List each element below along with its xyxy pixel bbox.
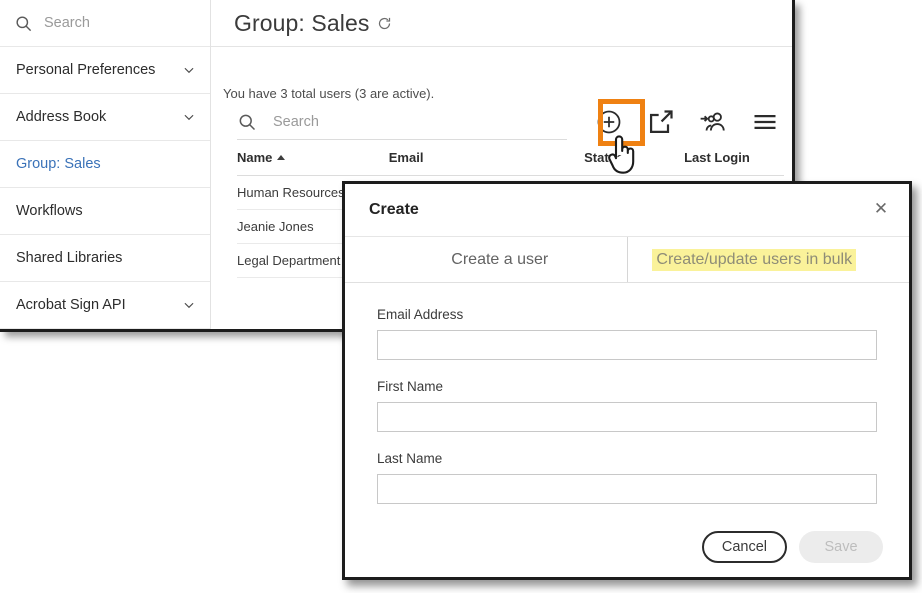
chevron-down-icon (182, 63, 196, 77)
dialog-header: Create ✕ (345, 184, 909, 236)
column-header-name[interactable]: Name (237, 150, 389, 165)
refresh-icon[interactable] (377, 16, 392, 31)
dialog-title: Create (369, 201, 873, 219)
hamburger-menu-icon[interactable] (751, 108, 779, 136)
page-title: Group: Sales (234, 10, 369, 37)
tab-label: Create/update users in bulk (652, 249, 856, 271)
search-icon (14, 14, 33, 33)
sidebar: Search Personal Preferences Address Book… (0, 0, 211, 332)
dialog-tabs: Create a user Create/update users in bul… (345, 236, 909, 283)
user-search-input[interactable]: Search (237, 112, 567, 140)
last-name-field[interactable] (377, 474, 877, 504)
table-header-row: Name Email Status Last Login (237, 150, 784, 176)
sidebar-item-acrobat-sign-api[interactable]: Acrobat Sign API (0, 282, 210, 329)
column-header-label: Name (237, 150, 272, 165)
page-title-bar: Group: Sales (211, 0, 792, 47)
create-user-dialog: Create ✕ Create a user Create/update use… (342, 181, 912, 580)
sidebar-item-address-book[interactable]: Address Book (0, 94, 210, 141)
tab-create-a-user[interactable]: Create a user (373, 237, 628, 282)
tab-create-update-users-in-bulk[interactable]: Create/update users in bulk (628, 237, 882, 282)
last-name-label: Last Name (377, 451, 877, 466)
sidebar-item-label: Group: Sales (16, 156, 196, 172)
sidebar-search[interactable]: Search (0, 0, 210, 47)
first-name-field[interactable] (377, 402, 877, 432)
cancel-button[interactable]: Cancel (702, 531, 787, 563)
dialog-footer: Cancel Save (702, 531, 883, 563)
chevron-down-icon (182, 298, 196, 312)
sidebar-item-workflows[interactable]: Workflows (0, 188, 210, 235)
sidebar-item-group-sales[interactable]: Group: Sales (0, 141, 210, 188)
sort-ascending-icon (277, 155, 285, 160)
user-count-text: You have 3 total users (3 are active). (223, 86, 434, 101)
add-users-icon[interactable] (699, 108, 727, 136)
save-button[interactable]: Save (799, 531, 883, 563)
sidebar-item-label: Personal Preferences (16, 62, 182, 78)
first-name-label: First Name (377, 379, 877, 394)
search-icon (237, 112, 257, 132)
export-icon[interactable] (647, 108, 675, 136)
email-address-field[interactable] (377, 330, 877, 360)
column-header-last-login[interactable]: Last Login (684, 150, 784, 165)
email-address-label: Email Address (377, 307, 877, 322)
chevron-down-icon (182, 110, 196, 124)
tab-label: Create a user (451, 251, 548, 269)
close-icon[interactable]: ✕ (873, 202, 889, 218)
sidebar-item-shared-libraries[interactable]: Shared Libraries (0, 235, 210, 282)
sidebar-search-placeholder: Search (44, 15, 90, 31)
sidebar-item-label: Workflows (16, 203, 196, 219)
create-user-form: Email Address First Name Last Name (345, 283, 909, 523)
sidebar-item-label: Acrobat Sign API (16, 297, 182, 313)
hand-pointer-cursor (604, 131, 640, 175)
user-search-placeholder: Search (273, 114, 319, 130)
sidebar-item-label: Address Book (16, 109, 182, 125)
column-header-email[interactable]: Email (389, 150, 584, 165)
sidebar-item-label: Shared Libraries (16, 250, 196, 266)
sidebar-item-personal-preferences[interactable]: Personal Preferences (0, 47, 210, 94)
